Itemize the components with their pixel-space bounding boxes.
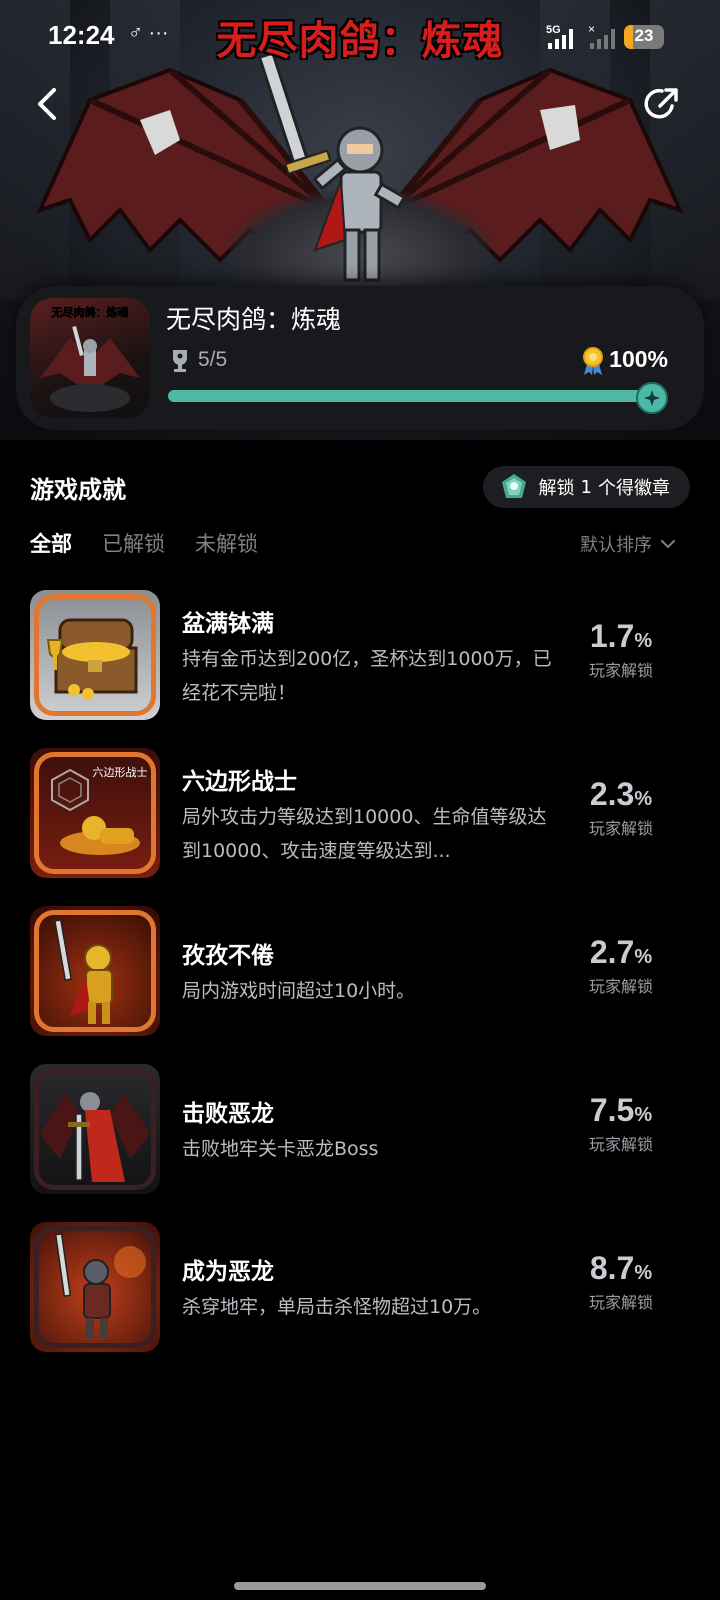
- rate-label: 玩家解锁: [588, 661, 653, 680]
- rate-unit: %: [634, 630, 653, 652]
- battery-level: 23: [634, 26, 654, 45]
- achievement-frame: [34, 910, 156, 1032]
- achievement-rate: 8.7% 玩家解锁: [566, 1250, 676, 1313]
- battery-icon: 23: [624, 25, 664, 49]
- achievement-name: 孜孜不倦: [182, 943, 274, 969]
- rate-value: 1.7: [589, 618, 635, 654]
- achievement-item[interactable]: 六边形战士 六边形战士 局外攻击力等级达到10000、生命值等级达到10000、…: [0, 748, 720, 906]
- badge-unlock-pill[interactable]: 解锁 1 个得徽章: [482, 466, 690, 508]
- sort-dropdown[interactable]: 默认排序: [580, 531, 676, 557]
- achievement-image: 六边形战士: [30, 748, 160, 878]
- trophy-icon: [173, 350, 187, 372]
- achievement-name: 六边形战士: [182, 769, 297, 795]
- rate-label: 玩家解锁: [588, 1135, 653, 1154]
- achievement-item[interactable]: 击败恶龙 击败地牢关卡恶龙Boss 7.5% 玩家解锁: [0, 1064, 720, 1222]
- achievement-image: [30, 1222, 160, 1352]
- rate-unit: %: [634, 946, 653, 968]
- progress-fill: [168, 390, 662, 402]
- rate-value: 8.7: [589, 1250, 635, 1286]
- chevron-down-icon: [661, 540, 675, 549]
- badge-icon: [501, 474, 526, 498]
- achievement-desc: 击败地牢关卡恶龙Boss: [182, 1138, 379, 1160]
- achievement-image: [30, 590, 160, 720]
- rate-unit: %: [634, 1104, 653, 1126]
- achievement-frame: [34, 1068, 156, 1190]
- achievement-frame: [34, 1226, 156, 1348]
- progress-bar: [168, 390, 662, 402]
- completion-percent: 100%: [609, 346, 668, 372]
- achievement-item[interactable]: 盆满钵满 持有金币达到200亿，圣杯达到1000万，已经花不完啦！ 1.7% 玩…: [0, 590, 720, 748]
- achievement-rate: 1.7% 玩家解锁: [566, 618, 676, 681]
- game-icon[interactable]: 无尽肉鸽：炼魂: [30, 298, 150, 418]
- achievement-name: 成为恶龙: [182, 1259, 274, 1285]
- badge-suffix: 个得徽章: [598, 478, 670, 499]
- rate-value: 2.7: [589, 934, 635, 970]
- home-indicator[interactable]: [234, 1582, 486, 1590]
- achievement-desc: 持有金币达到200亿，圣杯达到1000万，已经花不完啦！: [182, 648, 552, 704]
- rate-unit: %: [634, 788, 653, 810]
- achievement-desc: 局外攻击力等级达到10000、生命值等级达到10000、攻击速度等级达到...: [182, 806, 547, 862]
- back-arrow-icon[interactable]: [30, 84, 70, 124]
- rate-unit: %: [634, 1262, 653, 1284]
- achievement-name: 击败恶龙: [182, 1101, 274, 1127]
- tab-all[interactable]: 全部: [30, 528, 72, 558]
- rate-value: 7.5: [589, 1092, 635, 1128]
- achievement-list: 盆满钵满 持有金币达到200亿，圣杯达到1000万，已经花不完啦！ 1.7% 玩…: [0, 590, 720, 1380]
- tab-locked[interactable]: 未解锁: [195, 528, 258, 558]
- achievement-item[interactable]: 成为恶龙 杀穿地牢，单局击杀怪物超过10万。 8.7% 玩家解锁: [0, 1222, 720, 1380]
- status-extra: ♂ ···: [128, 22, 169, 44]
- game-name: 无尽肉鸽：炼魂: [166, 305, 342, 334]
- achievement-rate: 7.5% 玩家解锁: [566, 1092, 676, 1155]
- section-title: 游戏成就: [30, 476, 126, 504]
- game-icon-title: 无尽肉鸽：炼魂: [51, 305, 129, 319]
- achievement-image: [30, 1064, 160, 1194]
- game-icon-art: 无尽肉鸽：炼魂: [40, 305, 140, 412]
- knight-illustration: [257, 51, 407, 282]
- svg-text:×: ×: [588, 23, 595, 36]
- tab-unlocked[interactable]: 已解锁: [102, 528, 165, 558]
- badge-prefix: 解锁: [538, 478, 575, 499]
- medal-icon: [583, 347, 603, 375]
- network-label: 5G: [546, 24, 561, 36]
- filter-tabs: 全部 已解锁 未解锁: [30, 528, 258, 558]
- status-indicators: 5G × 23: [546, 22, 664, 52]
- achievement-rate: 2.3% 玩家解锁: [566, 776, 676, 839]
- game-summary-card: 无尽肉鸽：炼魂 无尽肉鸽：炼魂 5/5 100%: [16, 286, 704, 430]
- achievement-name: 盆满钵满: [182, 611, 274, 637]
- signal-5g-icon: 5G: [546, 24, 573, 49]
- achievement-image: [30, 906, 160, 1036]
- achievement-frame: [34, 752, 156, 874]
- rate-label: 玩家解锁: [588, 1293, 653, 1312]
- signal-weak-icon: ×: [588, 23, 615, 49]
- badge-count: 1: [580, 476, 592, 498]
- achievement-desc: 局内游戏时间超过10小时。: [182, 980, 416, 1002]
- trophy-count: 5/5: [198, 348, 228, 371]
- progress-star-icon: [636, 382, 668, 414]
- share-icon[interactable]: [642, 84, 682, 124]
- sort-label: 默认排序: [580, 535, 652, 556]
- achievement-desc: 杀穿地牢，单局击杀怪物超过10万。: [182, 1296, 492, 1318]
- rate-value: 2.3: [589, 776, 635, 812]
- rate-label: 玩家解锁: [588, 819, 653, 838]
- status-time: 12:24: [48, 20, 115, 50]
- achievement-item[interactable]: 孜孜不倦 局内游戏时间超过10小时。 2.7% 玩家解锁: [0, 906, 720, 1064]
- rate-label: 玩家解锁: [588, 977, 653, 996]
- achievement-frame: [34, 594, 156, 716]
- achievement-rate: 2.7% 玩家解锁: [566, 934, 676, 997]
